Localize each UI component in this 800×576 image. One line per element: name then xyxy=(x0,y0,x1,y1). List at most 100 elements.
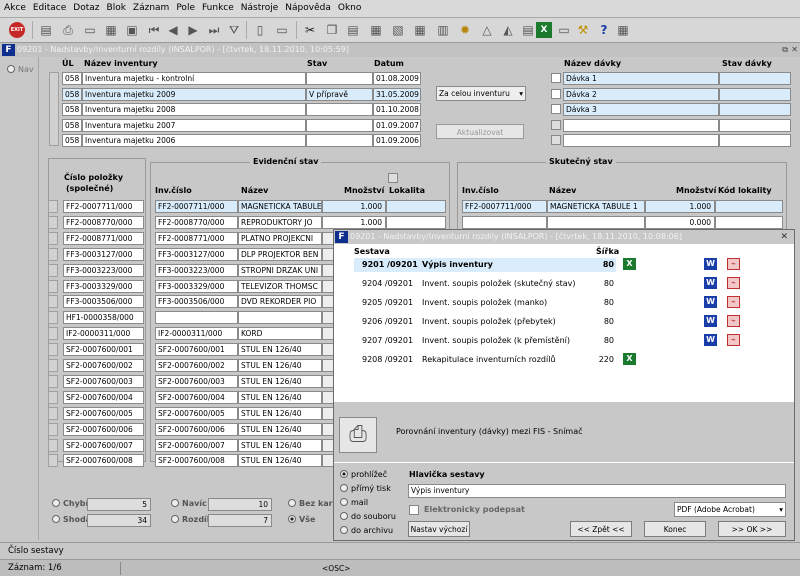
batch-row-name[interactable]: Dávka 3 xyxy=(563,103,719,116)
print-icon[interactable]: ⎙ xyxy=(60,22,76,38)
actual-row-qty[interactable]: 0.000 xyxy=(645,215,715,229)
menu-2[interactable]: Dotaz xyxy=(69,0,102,13)
recorded-row-inv[interactable]: SF2-0007600/007 xyxy=(155,438,238,452)
actual-row-loc[interactable] xyxy=(715,200,783,213)
recorded-row-name[interactable]: KORD xyxy=(238,327,322,341)
recorded-row-name[interactable]: DLP PROJEKTOR BEN xyxy=(238,247,322,261)
report-code[interactable]: 9206 /09201 xyxy=(362,317,413,326)
item-row[interactable]: FF2-0007711/000 xyxy=(63,200,144,213)
close-icon[interactable]: ✕ xyxy=(791,43,798,57)
batch-checkbox[interactable] xyxy=(551,104,561,114)
menu-0[interactable]: Akce xyxy=(0,0,29,13)
output-radio-4[interactable]: do archivu xyxy=(340,526,393,535)
recorded-row-loc[interactable] xyxy=(386,215,446,229)
actual-row-name[interactable] xyxy=(547,215,645,229)
help-icon[interactable]: ? xyxy=(596,22,612,38)
item-row[interactable]: SF2-0007600/002 xyxy=(63,359,144,372)
all-radio[interactable]: Vše xyxy=(288,515,315,524)
item-row-marker[interactable] xyxy=(48,231,58,245)
menu-7[interactable]: Nástroje xyxy=(237,0,282,13)
inventory-row-state[interactable]: V přípravě xyxy=(306,87,373,101)
report-name[interactable]: Výpis inventury xyxy=(422,260,493,269)
chart-icon[interactable]: ◭ xyxy=(500,22,516,38)
inventory-row-ul[interactable]: 058 xyxy=(62,134,82,147)
back-button[interactable]: << Zpět << xyxy=(570,521,632,537)
cut-icon[interactable]: ✂ xyxy=(302,22,318,38)
about-icon[interactable]: ▦ xyxy=(615,22,631,38)
recorded-row-inv[interactable]: SF2-0007600/006 xyxy=(155,422,238,436)
recorded-row-inv[interactable]: SF2-0007600/002 xyxy=(155,359,238,372)
last-record-icon[interactable]: ⏭ xyxy=(206,22,222,38)
word-export-icon[interactable]: W xyxy=(704,258,717,270)
item-row[interactable]: SF2-0007600/008 xyxy=(63,454,144,468)
excel-export-icon[interactable]: X xyxy=(623,258,636,270)
recorded-row-name[interactable] xyxy=(238,311,322,325)
inventory-row-name[interactable]: Inventura majetku 2008 xyxy=(82,103,306,116)
report-code[interactable]: 9204 /09201 xyxy=(362,279,413,288)
ok-button[interactable]: >> OK >> xyxy=(718,521,786,537)
inventory-row-date[interactable]: 31.05.2009 xyxy=(373,87,421,101)
item-row[interactable]: FF3-0003127/000 xyxy=(63,247,144,261)
match-radio[interactable]: Shoda xyxy=(52,515,91,524)
pdf-export-icon[interactable]: ⌁ xyxy=(727,258,740,270)
report-code[interactable]: 9208 /09201 xyxy=(362,355,413,364)
batch-row-name[interactable]: Dávka 1 xyxy=(563,72,719,85)
word-export-icon[interactable]: W xyxy=(704,277,717,289)
tools-icon[interactable]: ⚒ xyxy=(575,22,591,38)
recorded-row-name[interactable]: STUL EN 126/40 xyxy=(238,343,322,357)
item-row-marker[interactable] xyxy=(48,390,58,404)
output-radio-0[interactable]: prohlížeč xyxy=(340,470,387,479)
report-name[interactable]: Invent. soupis položek (k přemístění) xyxy=(422,336,570,345)
output-radio-1[interactable]: přímý tisk xyxy=(340,484,391,493)
recorded-row-name[interactable]: STROPNI DRZAK UNI xyxy=(238,263,322,277)
batch-checkbox[interactable] xyxy=(551,135,561,145)
warning-icon[interactable]: △ xyxy=(479,22,495,38)
copy-icon[interactable]: ❐ xyxy=(324,22,340,38)
item-row-marker[interactable] xyxy=(48,295,58,309)
actual-row-name[interactable]: MAGNETICKA TABULE 1 xyxy=(547,200,645,213)
recorded-row-name[interactable]: TELEVIZOR THOMSC xyxy=(238,279,322,293)
query-icon[interactable]: ▦ xyxy=(103,22,119,38)
folder-icon[interactable]: ▭ xyxy=(556,22,572,38)
item-row-marker[interactable] xyxy=(48,279,58,293)
open-icon[interactable]: ▭ xyxy=(82,22,98,38)
menu-1[interactable]: Editace xyxy=(29,0,69,13)
actual-row-inv[interactable] xyxy=(462,215,547,229)
first-record-icon[interactable]: ⏮ xyxy=(146,22,162,38)
recorded-row-inv[interactable]: FF2-0008771/000 xyxy=(155,231,238,245)
inventory-scrollbar[interactable] xyxy=(49,72,59,146)
pdf-export-icon[interactable]: ⌁ xyxy=(727,277,740,289)
item-row[interactable]: FF3-0003223/000 xyxy=(63,263,144,277)
recorded-row-qty[interactable]: 1.000 xyxy=(322,215,386,229)
recorded-row-name[interactable]: STUL EN 126/40 xyxy=(238,438,322,452)
item-row-marker[interactable] xyxy=(48,422,58,436)
item-row-marker[interactable] xyxy=(48,327,58,341)
item-row-marker[interactable] xyxy=(48,359,58,372)
menu-4[interactable]: Záznam xyxy=(129,0,172,13)
inventory-row-ul[interactable]: 058 xyxy=(62,87,82,101)
item-row-marker[interactable] xyxy=(48,374,58,388)
item-row[interactable]: SF2-0007600/006 xyxy=(63,422,144,436)
word-export-icon[interactable]: W xyxy=(704,315,717,327)
grid-icon[interactable]: ▦ xyxy=(412,22,428,38)
recorded-row-name[interactable]: REPRODUKTORY JO xyxy=(238,215,322,229)
item-row[interactable]: SF2-0007600/007 xyxy=(63,438,144,452)
item-row-marker[interactable] xyxy=(48,247,58,261)
pdf-export-icon[interactable]: ⌁ xyxy=(727,334,740,346)
recorded-row-inv[interactable]: FF3-0003506/000 xyxy=(155,295,238,309)
item-row-marker[interactable] xyxy=(48,343,58,357)
inventory-row-state[interactable] xyxy=(306,118,373,132)
recorded-row-inv[interactable]: SF2-0007600/003 xyxy=(155,374,238,388)
actual-row-inv[interactable]: FF2-0007711/000 xyxy=(462,200,547,213)
recorded-row-inv[interactable]: SF2-0007600/005 xyxy=(155,406,238,420)
report-code[interactable]: 9207 /09201 xyxy=(362,336,413,345)
actual-row-qty[interactable]: 1.000 xyxy=(645,200,715,213)
exit-icon[interactable]: EXIT xyxy=(9,22,25,38)
recorded-row-inv[interactable]: FF3-0003127/000 xyxy=(155,247,238,261)
batch-checkbox[interactable] xyxy=(551,73,561,83)
batch-row-state[interactable] xyxy=(719,103,791,116)
filter-icon[interactable]: ⛛ xyxy=(226,22,242,38)
actual-row-loc[interactable] xyxy=(715,215,783,229)
save-icon[interactable]: ▤ xyxy=(38,22,54,38)
output-radio-3[interactable]: do souboru xyxy=(340,512,396,521)
